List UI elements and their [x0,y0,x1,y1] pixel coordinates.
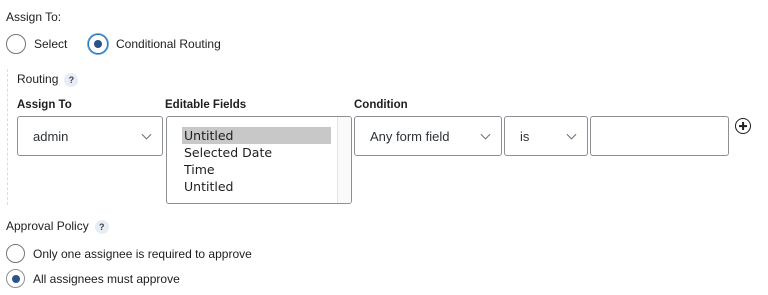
editable-fields-column-header: Editable Fields [165,99,247,111]
chevron-down-icon [480,129,491,140]
editable-field-option[interactable]: Time [167,161,351,178]
assign-to-label: Assign To: [6,10,62,24]
assign-to-select-option[interactable]: Select [6,34,67,54]
editable-field-option[interactable]: Untitled [182,127,331,144]
plus-circle-icon[interactable] [735,118,751,134]
condition-operator-value: is [520,128,530,144]
routing-label: Routing [17,72,59,86]
approval-one-assignee-option[interactable]: Only one assignee is required to approve [6,244,252,263]
listbox-scrollbar[interactable] [337,117,351,203]
one-assignee-radio-label[interactable]: Only one assignee is required to approve [33,247,252,261]
condition-field-select[interactable]: Any form field [354,116,502,156]
approval-policy-heading: Approval Policy? [6,219,109,234]
conditional-routing-radio-label[interactable]: Conditional Routing [116,37,221,51]
approval-policy-help-icon[interactable]: ? [94,219,109,234]
assign-to-column-header: Assign To [17,99,72,111]
select-radio-label[interactable]: Select [34,37,67,51]
condition-value-input[interactable] [590,116,729,156]
routing-heading: Routing? [17,72,79,87]
condition-operator-select[interactable]: is [504,116,588,156]
assign-to-conditional-routing-option[interactable]: Conditional Routing [88,34,221,54]
chevron-down-icon [141,129,152,140]
editable-field-option[interactable]: Selected Date [167,144,351,161]
assignee-select[interactable]: admin [17,116,163,156]
select-radio[interactable] [6,34,26,54]
conditional-routing-radio[interactable] [88,34,108,54]
condition-column-header: Condition [354,99,408,111]
approval-all-assignees-option[interactable]: All assignees must approve [6,269,180,288]
all-assignees-radio[interactable] [6,269,25,288]
chevron-down-icon [566,129,577,140]
assignee-select-value: admin [33,128,69,144]
editable-fields-listbox[interactable]: Untitled Selected Date Time Untitled [166,116,352,204]
one-assignee-radio[interactable] [6,244,25,263]
condition-field-value: Any form field [370,128,450,144]
editable-field-option[interactable]: Untitled [167,178,351,195]
approval-policy-label: Approval Policy [6,219,89,233]
all-assignees-radio-label[interactable]: All assignees must approve [33,272,180,286]
routing-help-icon[interactable]: ? [64,72,79,87]
